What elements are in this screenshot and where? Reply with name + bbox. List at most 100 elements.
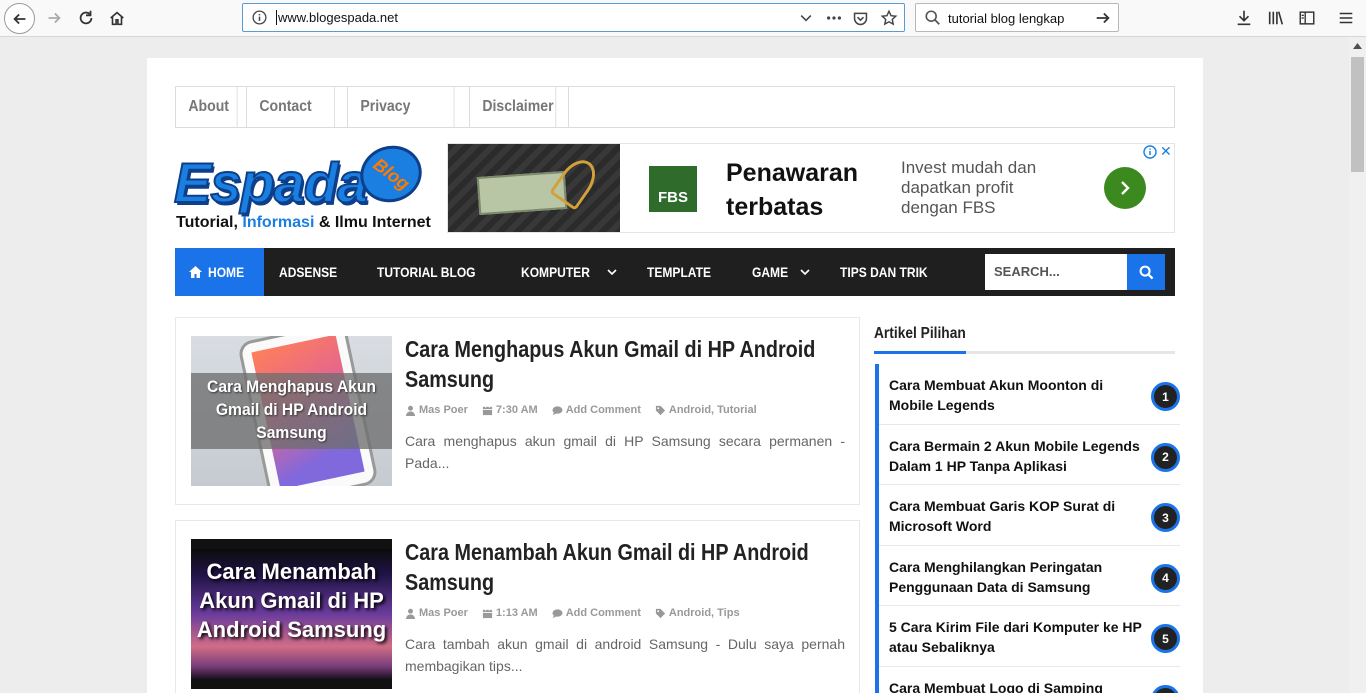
user-icon [405, 608, 416, 619]
top-nav-link[interactable]: Privacy Policy [348, 87, 455, 127]
pocket-icon[interactable] [851, 9, 869, 27]
post-thumbnail[interactable]: Cara Menghapus Akun Gmail di HP Android … [191, 336, 392, 486]
download-icon [1237, 10, 1251, 26]
bookmark-star-icon[interactable] [880, 9, 898, 27]
calendar-icon [482, 608, 493, 618]
ad-body: Invest mudah dan dapatkan profit dengan … [901, 158, 1037, 217]
popular-post-rank: 2 [1151, 442, 1180, 472]
post-excerpt: Cara tambah akun gmail di android Samsun… [405, 636, 845, 674]
back-button[interactable] [4, 3, 35, 34]
popular-post-rank: 5 [1151, 624, 1180, 653]
post-title[interactable]: Cara Menambah Akun Gmail di HP Android S… [405, 537, 839, 597]
nav-label: TUTORIAL BLOG [376, 264, 476, 280]
browser-search-bar[interactable]: tutorial blog lengkap [915, 3, 1119, 32]
chevron-down-icon [800, 269, 810, 276]
nav-item-tips-dan-trik[interactable]: TIPS DAN TRIK [825, 248, 957, 296]
popular-post-item[interactable]: Cara Membuat Garis KOP Surat di Microsof… [879, 485, 1180, 546]
tag-icon [655, 608, 665, 618]
popular-post-title[interactable]: Cara Menghilangkan Peringatan Penggunaan… [889, 557, 1151, 597]
chevron-right-icon [1121, 181, 1130, 195]
nav-label: GAME [751, 264, 788, 280]
scroll-thumb[interactable] [1351, 57, 1364, 172]
tag-icon [655, 405, 665, 415]
nav-label: TEMPLATE [647, 264, 712, 280]
popular-post-item[interactable]: Cara Membuat Logo di Samping6 [879, 667, 1180, 693]
post-author[interactable]: Mas Poer [405, 404, 468, 416]
post-tags[interactable]: Android, Tutorial [655, 404, 757, 416]
search-icon [1139, 265, 1153, 279]
popular-post-rank: 4 [1151, 563, 1180, 593]
browser-search-text[interactable]: tutorial blog lengkap [948, 11, 1064, 26]
url-bar[interactable]: www.blogespada.net [242, 3, 905, 32]
post-author[interactable]: Mas Poer [405, 607, 468, 619]
top-nav-item-about[interactable]: About [176, 87, 247, 127]
top-nav-item-disclaimer[interactable]: Disclaimer [470, 87, 569, 127]
logo-wordmark: Espada [173, 150, 369, 215]
more-actions-icon[interactable] [825, 9, 843, 27]
downloads-button[interactable] [1230, 4, 1258, 32]
post-title[interactable]: Cara Menghapus Akun Gmail di HP Android … [405, 334, 839, 394]
top-nav-item-privacy[interactable]: Privacy Policy [348, 87, 470, 127]
site-logo[interactable]: Espada Blog Tutorial, Informasi & Ilmu I… [173, 137, 431, 237]
post-tags[interactable]: Android, Tips [655, 607, 740, 619]
popular-post-title[interactable]: Cara Membuat Logo di Samping [889, 678, 1151, 693]
ad-cta-button[interactable] [1104, 167, 1146, 209]
popular-post-item[interactable]: Cara Menghilangkan Peringatan Penggunaan… [879, 546, 1180, 606]
popular-post-title[interactable]: Cara Bermain 2 Akun Mobile Legends Dalam… [889, 436, 1151, 476]
home-icon [189, 266, 202, 278]
popular-post-title[interactable]: 5 Cara Kirim File dari Komputer ke HP at… [889, 617, 1151, 657]
top-nav-item-contact[interactable]: Contact Us [247, 87, 348, 127]
top-nav-link[interactable]: Disclaimer [470, 87, 557, 127]
comment-icon [552, 405, 563, 415]
post-comment-text: Add Comment [565, 404, 641, 416]
top-nav-link[interactable]: About [176, 87, 238, 127]
logo-tag-part: & Ilmu Internet [314, 214, 431, 231]
logo-tag-part: Tutorial, [176, 214, 243, 231]
popular-post-item[interactable]: Cara Membuat Akun Moonton di Mobile Lege… [879, 364, 1180, 425]
sidebar-title-accent [874, 351, 966, 354]
calendar-icon [482, 405, 493, 415]
reload-button[interactable] [72, 4, 100, 32]
post-comment-text: Add Comment [565, 607, 641, 619]
sidebar-toggle-button[interactable] [1293, 4, 1321, 32]
popular-post-title[interactable]: Cara Membuat Garis KOP Surat di Microsof… [889, 496, 1151, 536]
url-text[interactable]: www.blogespada.net [276, 10, 398, 25]
library-button[interactable] [1262, 4, 1290, 32]
arrow-right-icon[interactable] [1094, 9, 1112, 27]
post-thumbnail[interactable]: Cara Menambah Akun Gmail di HP Android S… [191, 539, 392, 689]
nav-item-home[interactable]: HOME [175, 248, 264, 296]
popular-post-item[interactable]: 5 Cara Kirim File dari Komputer ke HP at… [879, 606, 1180, 667]
site-search-button[interactable] [1127, 254, 1165, 290]
post-comment-link[interactable]: Add Comment [552, 607, 641, 619]
nav-item-template[interactable]: TEMPLATE [632, 248, 736, 296]
info-icon[interactable] [251, 9, 268, 26]
nav-label: HOME [208, 264, 245, 280]
user-icon [405, 405, 416, 416]
comment-icon [552, 608, 563, 618]
site-search-input[interactable]: SEARCH... [985, 254, 1127, 290]
nav-label: ADSENSE [279, 264, 338, 280]
post-meta: Mas Poer 7:30 AM Add Comment Android, Tu… [405, 404, 757, 416]
post-author-name: Mas Poer [419, 607, 468, 619]
post-excerpt: Cara menghapus akun gmail di HP Samsung … [405, 433, 845, 471]
close-icon[interactable]: ✕ [1160, 144, 1172, 160]
nav-item-komputer[interactable]: KOMPUTER [506, 248, 632, 296]
scrollbar[interactable] [1349, 37, 1366, 693]
nav-item-game[interactable]: GAME [737, 248, 825, 296]
scroll-up-button[interactable] [1349, 37, 1366, 54]
post-comment-link[interactable]: Add Comment [552, 404, 641, 416]
hamburger-icon [1339, 12, 1353, 24]
nav-item-tutorial-blog[interactable]: TUTORIAL BLOG [362, 248, 507, 296]
nav-item-adsense[interactable]: ADSENSE [264, 248, 362, 296]
home-icon [110, 11, 124, 26]
chevron-down-icon[interactable] [797, 9, 815, 27]
forward-button[interactable] [40, 4, 68, 32]
library-icon [1268, 11, 1284, 25]
popular-post-title[interactable]: Cara Membuat Akun Moonton di Mobile Lege… [889, 375, 1151, 415]
top-nav-link[interactable]: Contact Us [247, 87, 335, 127]
ad-info-icon[interactable] [1143, 145, 1157, 159]
home-button[interactable] [103, 4, 131, 32]
ad-banner[interactable]: FBS Penawaran terbatas Invest mudah dan … [447, 143, 1175, 233]
menu-button[interactable] [1332, 4, 1360, 32]
popular-post-item[interactable]: Cara Bermain 2 Akun Mobile Legends Dalam… [879, 425, 1180, 485]
